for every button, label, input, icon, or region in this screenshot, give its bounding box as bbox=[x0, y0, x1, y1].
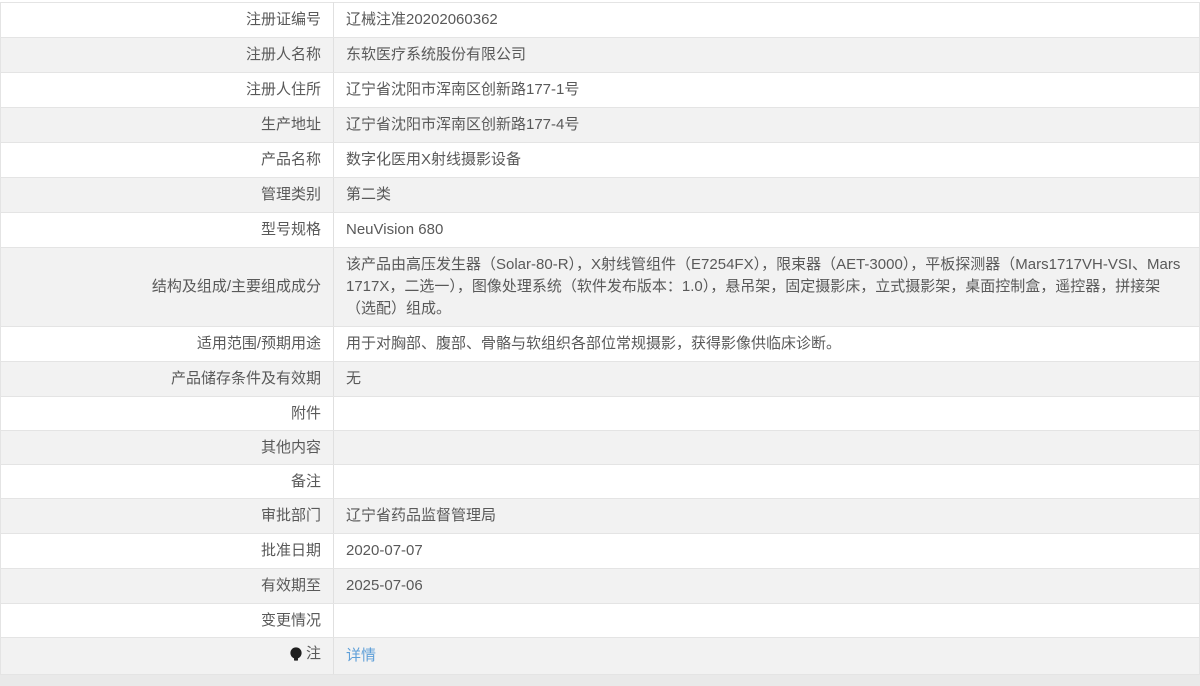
row-value-text: 2025-07-06 bbox=[346, 577, 423, 594]
row-label-text: 适用范围/预期用途 bbox=[196, 335, 321, 352]
registration-table-body: 注册证编号 辽械注准20202060362 注册人名称 东软医疗系统股份有限公司 注册人… bbox=[0, 2, 1200, 675]
row-label-text: 附件 bbox=[290, 404, 321, 422]
row-label: 产品名称 bbox=[0, 142, 334, 178]
row-label-text: 有效期至 bbox=[260, 577, 321, 594]
row-label-text: 注册证编号 bbox=[245, 11, 321, 28]
table-row: 适用范围/预期用途 用于对胸部、腹部、骨骼与软组织各部位常规摄影，获得影像供临床诊… bbox=[0, 326, 1200, 362]
row-label-text: 结构及组成/主要组成成分 bbox=[151, 278, 321, 295]
row-value: 辽宁省沈阳市浑南区创新路177-1号 bbox=[333, 72, 1200, 108]
table-row: 产品名称 数字化医用X射线摄影设备 bbox=[0, 142, 1200, 178]
row-label-text: 产品储存条件及有效期 bbox=[170, 370, 321, 387]
row-value: NeuVision 680 bbox=[333, 212, 1200, 248]
table-row: 备注 bbox=[0, 464, 1200, 499]
row-label: 生产地址 bbox=[0, 107, 334, 143]
row-value: 辽械注准20202060362 bbox=[333, 2, 1200, 38]
row-value-text: 数字化医用X射线摄影设备 bbox=[346, 151, 522, 168]
row-value: 2020-07-07 bbox=[333, 533, 1200, 569]
row-label: 注册人住所 bbox=[0, 72, 334, 108]
row-label: 有效期至 bbox=[0, 568, 334, 604]
row-value-text: 辽宁省沈阳市浑南区创新路177-4号 bbox=[346, 116, 580, 133]
row-label-text: 备注 bbox=[290, 472, 321, 490]
row-label: 注册人名称 bbox=[0, 37, 334, 73]
row-value-text: 辽械注准20202060362 bbox=[346, 11, 498, 28]
table-row: 批准日期 2020-07-07 bbox=[0, 533, 1200, 569]
row-value bbox=[333, 396, 1200, 431]
row-label-text: 其他内容 bbox=[260, 438, 321, 456]
row-label-text: 管理类别 bbox=[260, 186, 321, 203]
row-value: 用于对胸部、腹部、骨骼与软组织各部位常规摄影，获得影像供临床诊断。 bbox=[333, 326, 1200, 362]
table-row: 生产地址 辽宁省沈阳市浑南区创新路177-4号 bbox=[0, 107, 1200, 143]
row-value bbox=[333, 430, 1200, 465]
row-value-text: 2020-07-07 bbox=[346, 542, 423, 559]
row-label: 批准日期 bbox=[0, 533, 334, 569]
row-value: 数字化医用X射线摄影设备 bbox=[333, 142, 1200, 178]
row-label-text: 产品名称 bbox=[260, 151, 321, 168]
row-value-text: 第二类 bbox=[346, 186, 392, 203]
table-row: 变更情况 bbox=[0, 603, 1200, 638]
row-label: 审批部门 bbox=[0, 498, 334, 534]
row-label-text: 注 bbox=[305, 645, 321, 662]
row-value-text: 无 bbox=[346, 370, 362, 387]
table-row: 审批部门 辽宁省药品监督管理局 bbox=[0, 498, 1200, 534]
table-row: 注册人住所 辽宁省沈阳市浑南区创新路177-1号 bbox=[0, 72, 1200, 108]
row-value-text: 用于对胸部、腹部、骨骼与软组织各部位常规摄影，获得影像供临床诊断。 bbox=[346, 335, 842, 352]
row-label-text: 注册人住所 bbox=[245, 81, 321, 98]
row-value-text: 该产品由高压发生器（Solar-80-R），X射线管组件（E7254FX），限束… bbox=[346, 256, 1181, 317]
row-label-text: 生产地址 bbox=[260, 116, 321, 133]
table-row: 注册证编号 辽械注准20202060362 bbox=[0, 2, 1200, 38]
row-value: 辽宁省药品监督管理局 bbox=[333, 498, 1200, 534]
row-label: 附件 bbox=[0, 396, 334, 431]
bottom-strip bbox=[0, 675, 1200, 686]
row-label-text: 审批部门 bbox=[260, 507, 321, 524]
table-row: 有效期至 2025-07-06 bbox=[0, 568, 1200, 604]
row-label: 结构及组成/主要组成成分 bbox=[0, 247, 334, 327]
row-label: 型号规格 bbox=[0, 212, 334, 248]
table-row: 结构及组成/主要组成成分 该产品由高压发生器（Solar-80-R），X射线管组件… bbox=[0, 247, 1200, 327]
note-label-wrap: 注 bbox=[289, 643, 321, 665]
row-value: 该产品由高压发生器（Solar-80-R），X射线管组件（E7254FX），限束… bbox=[333, 247, 1200, 327]
row-label: 其他内容 bbox=[0, 430, 334, 465]
row-label: 管理类别 bbox=[0, 177, 334, 213]
row-value-text: 辽宁省沈阳市浑南区创新路177-1号 bbox=[346, 81, 580, 98]
row-label: 变更情况 bbox=[0, 603, 334, 638]
table-row: 型号规格 NeuVision 680 bbox=[0, 212, 1200, 248]
row-value: 2025-07-06 bbox=[333, 568, 1200, 604]
table-row: 注 详情 bbox=[0, 637, 1200, 675]
page: 注册证编号 辽械注准20202060362 注册人名称 东软医疗系统股份有限公司 注册人… bbox=[0, 0, 1200, 686]
row-value bbox=[333, 603, 1200, 638]
row-label-text: 变更情况 bbox=[260, 611, 321, 629]
row-label: 注册证编号 bbox=[0, 2, 334, 38]
table-row: 其他内容 bbox=[0, 430, 1200, 465]
row-value: 辽宁省沈阳市浑南区创新路177-4号 bbox=[333, 107, 1200, 143]
table-row: 附件 bbox=[0, 396, 1200, 431]
row-value-text: 辽宁省药品监督管理局 bbox=[346, 507, 497, 524]
row-label-text: 注册人名称 bbox=[245, 46, 321, 63]
row-label-text: 型号规格 bbox=[260, 221, 321, 238]
row-value bbox=[333, 464, 1200, 499]
row-value-text: NeuVision 680 bbox=[346, 221, 444, 238]
row-label: 备注 bbox=[0, 464, 334, 499]
bulb-icon bbox=[290, 647, 302, 661]
detail-link[interactable]: 详情 bbox=[346, 647, 376, 664]
row-label-text: 批准日期 bbox=[260, 542, 321, 559]
row-label: 适用范围/预期用途 bbox=[0, 326, 334, 362]
table-row: 注册人名称 东软医疗系统股份有限公司 bbox=[0, 37, 1200, 73]
table-row: 产品储存条件及有效期 无 bbox=[0, 361, 1200, 397]
row-label: 注 bbox=[0, 637, 334, 675]
registration-table: 注册证编号 辽械注准20202060362 注册人名称 东软医疗系统股份有限公司 注册人… bbox=[0, 2, 1200, 675]
row-value: 第二类 bbox=[333, 177, 1200, 213]
row-value: 无 bbox=[333, 361, 1200, 397]
row-value: 详情 bbox=[333, 637, 1200, 675]
table-row: 管理类别 第二类 bbox=[0, 177, 1200, 213]
row-value: 东软医疗系统股份有限公司 bbox=[333, 37, 1200, 73]
row-value-text: 东软医疗系统股份有限公司 bbox=[346, 46, 527, 63]
row-label: 产品储存条件及有效期 bbox=[0, 361, 334, 397]
